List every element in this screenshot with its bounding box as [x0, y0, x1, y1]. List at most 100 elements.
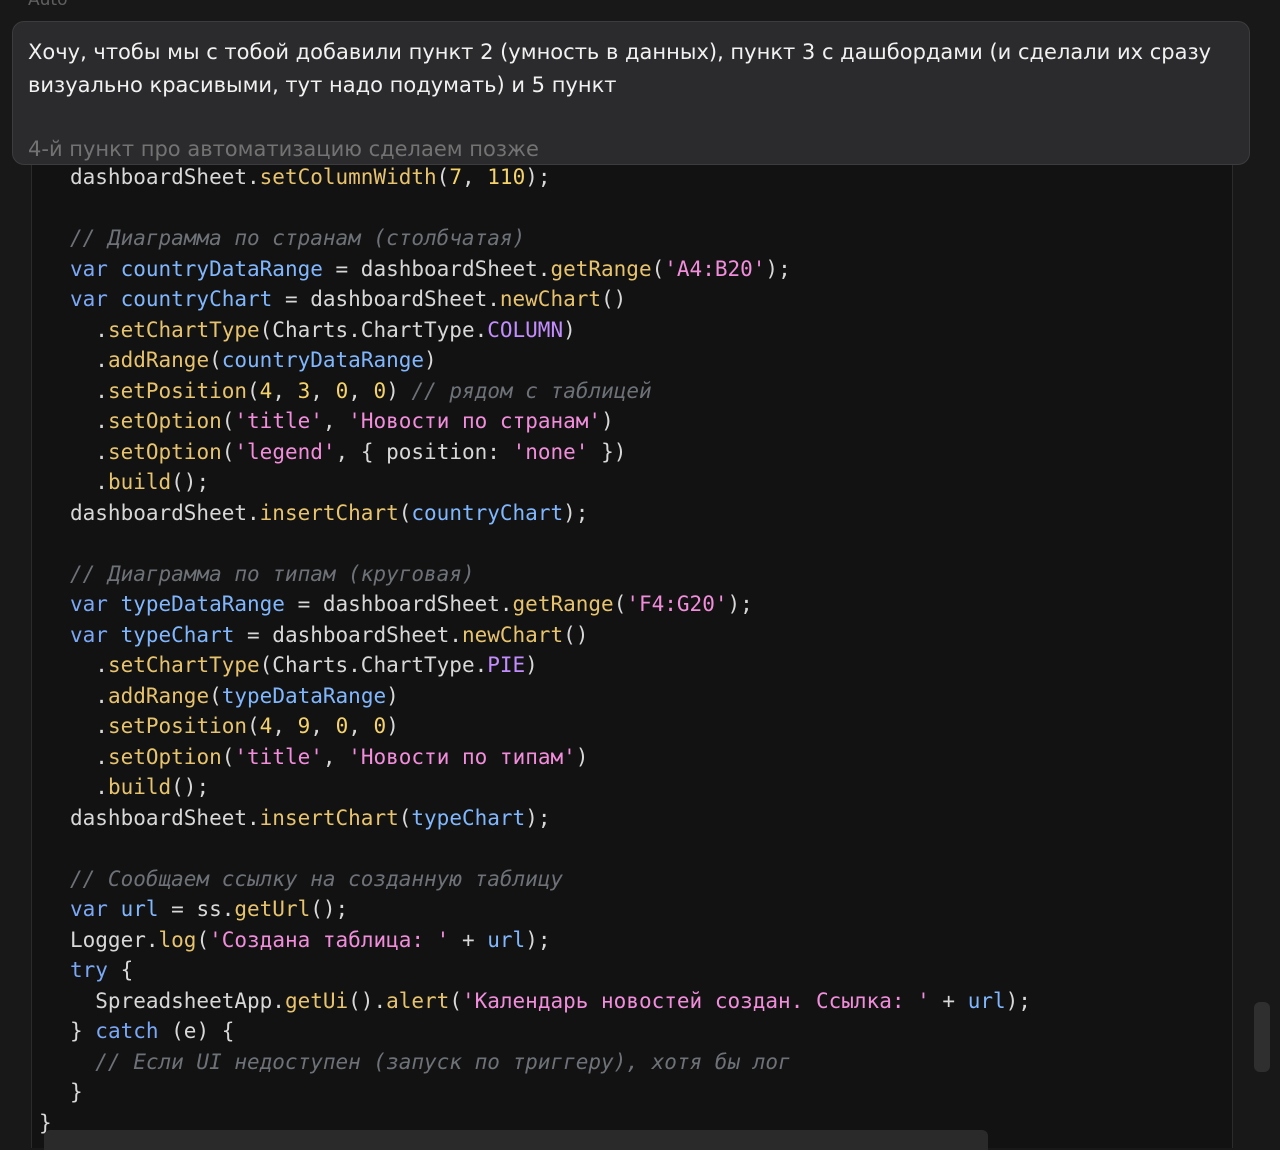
code-token: dashboardSheet. [70, 500, 260, 525]
code-token: . [70, 439, 108, 464]
code-line: } [70, 1077, 83, 1108]
code-line: .setOption('title', 'Новости по типам') [70, 742, 588, 773]
code-line: dashboardSheet.insertChart(countryChart)… [70, 498, 588, 529]
code-token: { [107, 958, 134, 982]
code-token: ) [424, 348, 437, 372]
code-token: ( [398, 500, 412, 525]
code-token: ) [386, 714, 399, 738]
code-token: countryDataRange [120, 256, 323, 281]
code-token: ); [525, 165, 551, 189]
code-token: = ss. [158, 897, 235, 921]
code-token: . [70, 683, 108, 708]
code-line: // Диаграмма по типам (круговая) [70, 559, 475, 590]
code-token: 'Создана таблица: ' [209, 927, 450, 952]
code-token: setOption [107, 409, 222, 433]
prompt-line-1: Хочу, чтобы мы с тобой добавили пункт 2 … [28, 40, 1212, 64]
code-token: ); [525, 927, 551, 952]
code-line: .setChartType(Charts.ChartType.PIE) [70, 650, 538, 681]
code-token: var [70, 256, 121, 281]
code-token: countryDataRange [221, 348, 425, 372]
composer-mode-hint: Auto [28, 0, 68, 10]
code-token: getRange [550, 256, 652, 281]
code-token: + [449, 927, 488, 952]
code-token: // Если UI недоступен (запуск по триггер… [70, 1049, 791, 1074]
code-token: (); [171, 470, 210, 494]
code-token: ) [601, 409, 614, 433]
code-token: insertChart [259, 805, 399, 830]
code-token: ); [1005, 988, 1031, 1013]
code-token: getUrl [234, 897, 311, 921]
code-token: ( [398, 805, 412, 830]
code-token: 'legend' [234, 439, 336, 464]
code-token: typeDataRange [120, 592, 285, 616]
code-token: 'none' [512, 439, 589, 464]
code-token: , [348, 714, 374, 738]
code-token: , [348, 378, 374, 403]
code-line: .addRange(countryDataRange) [70, 345, 437, 376]
code-token: + [929, 988, 968, 1013]
code-token: // Диаграмма по странам (столбчатая) [70, 226, 526, 250]
horizontal-scrollbar[interactable] [44, 1130, 988, 1150]
code-block: dashboardSheet.setColumnWidth(7, 110);//… [31, 90, 1233, 1148]
code-token: , [272, 378, 298, 403]
code-token: var [70, 897, 121, 921]
code-token: , [322, 409, 349, 433]
code-line: dashboardSheet.insertChart(typeChart); [70, 803, 550, 834]
code-token: , [310, 714, 336, 738]
code-token: , [322, 744, 349, 769]
code-line: .setChartType(Charts.ChartType.COLUMN) [70, 315, 575, 346]
code-line: var typeDataRange = dashboardSheet.getRa… [70, 589, 753, 620]
code-token: addRange [107, 683, 210, 708]
code-token: insertChart [259, 500, 399, 525]
code-token: ); [525, 805, 551, 830]
code-token: 3 [297, 378, 311, 403]
code-token: ( [221, 409, 235, 433]
code-line: var url = ss.getUrl(); [70, 894, 348, 925]
code-token: 'Новости по странам' [348, 409, 602, 433]
code-token: var [70, 287, 121, 311]
code-token: log [158, 927, 197, 952]
code-token: ( [449, 988, 462, 1013]
code-line: // Если UI недоступен (запуск по триггер… [70, 1047, 791, 1078]
code-token: ) [386, 378, 412, 403]
code-token: // Сообщаем ссылку на созданную таблицу [70, 866, 564, 891]
code-token: ( [209, 348, 222, 372]
code-line: // Диаграмма по странам (столбчатая) [70, 223, 525, 254]
prompt-line-2: визуально красивыми, тут надо подумать) … [28, 73, 617, 97]
code-token: 4 [259, 378, 273, 403]
code-token: ( [651, 256, 665, 281]
code-token: (); [171, 775, 210, 799]
code-token: , [272, 714, 298, 738]
vertical-scrollbar-thumb[interactable] [1254, 1002, 1270, 1072]
code-token: ) [386, 683, 399, 708]
code-token: url [487, 927, 526, 952]
code-token: , [461, 165, 488, 189]
code-token: = dashboardSheet. [272, 287, 500, 311]
code-token: getRange [512, 592, 614, 616]
code-token: setOption [107, 744, 222, 769]
code-token: . [70, 378, 108, 403]
code-token: 110 [487, 165, 526, 189]
code-token: ( [247, 714, 260, 738]
code-token: countryChart [411, 500, 564, 525]
code-token: url [120, 897, 159, 921]
code-token: . [70, 470, 108, 494]
code-token: ); [765, 256, 791, 281]
code-token: COLUMN [487, 317, 564, 342]
code-token: , [310, 378, 336, 403]
code-token: 'title' [234, 744, 323, 769]
code-token: 'A4:B20' [664, 256, 766, 281]
code-line: .addRange(typeDataRange) [70, 681, 399, 712]
code-token: var [70, 622, 121, 647]
code-token: ) [525, 653, 538, 677]
code-token: () [601, 287, 627, 311]
code-token: 'Новости по типам' [348, 744, 576, 769]
code-token: 0 [335, 714, 349, 738]
code-token: url [967, 988, 1006, 1013]
code-line: Logger.log('Создана таблица: ' + url); [70, 925, 551, 956]
code-token: getUi [284, 988, 349, 1013]
code-token: = dashboardSheet. [322, 256, 551, 281]
code-token: typeChart [411, 805, 526, 830]
code-line: .setPosition(4, 3, 0, 0) // рядом с табл… [70, 376, 651, 407]
code-token: Logger. [70, 927, 159, 952]
